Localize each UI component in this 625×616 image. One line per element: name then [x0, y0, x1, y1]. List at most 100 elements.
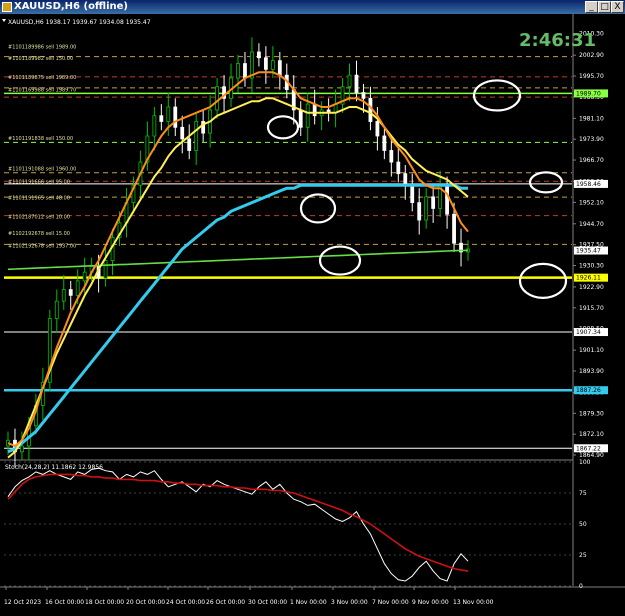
order-note-9: #1102192678 sell 15.00 [8, 231, 70, 237]
ma-slow-line [7, 183, 468, 454]
price-tick-label-19: 1872.10 [579, 431, 604, 438]
candle-body-50 [354, 74, 359, 93]
bar-countdown: 2:46:31 [519, 30, 596, 51]
price-label-0: 1989.70 [576, 90, 601, 97]
candle-body-43 [305, 103, 310, 128]
order-note-5: #1101191088 sell 1960.00 [8, 166, 76, 172]
price-tick-label-18: 1879.30 [579, 410, 604, 417]
candle-body-51 [361, 92, 366, 99]
candle-body-38 [270, 60, 275, 70]
time-axis: 12 Oct 2023 16 Oct 00:00 18 Oct 00:00 20 Oc… [4, 587, 494, 606]
candle-body-59 [417, 202, 422, 221]
order-note-2: #1101189875 sell 1989.00 [8, 75, 76, 81]
candle-body-42 [298, 109, 303, 128]
time-tick-label-1: 16 Oct 00:00 [45, 599, 84, 606]
time-tick-label-0: 12 Oct 2023 [4, 599, 41, 606]
order-level-notes: #1101189986 sell 1989.00 #1101189982 sell… [8, 44, 76, 249]
price-tick-label-8: 1952.10 [579, 199, 604, 206]
price-label-6: 1867.22 [576, 445, 601, 452]
ellipse-annotation-5[interactable] [518, 262, 568, 299]
candle-body-14 [103, 260, 108, 279]
horizontal-levels[interactable] [4, 92, 572, 449]
collapse-arrow-icon[interactable] [2, 19, 6, 22]
time-tick-label-6: 30 Oct 00:00 [248, 599, 287, 606]
order-note-0: #1101189986 sell 1989.00 [8, 44, 76, 50]
price-chart-svg[interactable]: #1101189986 sell 1989.00 #1101189982 sell… [0, 14, 625, 612]
price-tick-label-1: 2002.90 [579, 52, 604, 59]
candle-body-39 [277, 60, 282, 76]
candle-body-10 [75, 280, 80, 296]
candle-body-49 [347, 74, 352, 88]
order-note-10: #1102192678 sell 1937.00 [8, 244, 76, 250]
price-tick-label-9: 1944.70 [579, 221, 604, 228]
price-label-3: 1926.11 [576, 275, 601, 282]
price-tick-label-15: 1901.10 [579, 347, 604, 354]
candle-body-64 [452, 213, 456, 244]
stoch-label: Stoch(24,28,2) 11.1862 12.9856 [5, 464, 103, 471]
grid-lines [0, 14, 625, 588]
price-tick-label-4: 1981.10 [579, 115, 604, 122]
time-tick-label-11: 13 Nov 00:00 [453, 599, 494, 606]
price-label-4: 1907.34 [576, 329, 601, 336]
candle-body-33 [236, 63, 240, 79]
ellipse-annotation-3[interactable] [472, 79, 522, 112]
order-note-3: #1101169988 sell 1989.70 [8, 88, 76, 94]
candle-body-25 [180, 126, 185, 140]
price-tick-label-12: 1922.90 [579, 284, 604, 291]
price-tick-label-11: 1930.30 [579, 263, 604, 270]
candle-body-8 [61, 289, 66, 302]
candle-body-37 [263, 57, 268, 70]
time-tick-label-8: 3 Nov 00:00 [331, 599, 368, 606]
time-tick-label-9: 7 Nov 00:00 [372, 599, 409, 606]
candle-body-27 [194, 121, 199, 151]
chart-area[interactable]: #1101189986 sell 1989.00 #1101189982 sell… [0, 14, 625, 612]
close-button[interactable]: X [611, 1, 624, 13]
candle-body-2 [20, 445, 24, 453]
candle-body-58 [410, 184, 415, 204]
window-title: XAUUSD,H6 (offline) [14, 1, 128, 12]
candle-body-57 [403, 173, 408, 186]
candle-body-30 [215, 86, 219, 111]
time-tick-label-2: 18 Oct 00:00 [85, 599, 124, 606]
candle-body-36 [257, 51, 261, 59]
candle-body-63 [445, 184, 449, 215]
ellipse-annotation-0[interactable] [266, 115, 300, 140]
order-note-8: #1102187012 sell 10.00 [8, 215, 70, 221]
candle-body-21 [152, 115, 157, 137]
candle-body-61 [431, 196, 436, 209]
stoch-tick-label-4: 0 [579, 583, 583, 590]
price-tick-label-16: 1893.90 [579, 368, 604, 375]
price-tick-label-6: 1966.70 [579, 157, 604, 164]
price-label-5: 1887.26 [576, 387, 601, 394]
order-note-1: #1101189982 sell 150.00 [8, 56, 73, 62]
price-label-2: 1935.47 [576, 248, 601, 255]
candles [6, 37, 470, 467]
minimize-button[interactable]: _ [585, 1, 598, 13]
candle-body-7 [54, 300, 59, 319]
candle-body-11 [82, 271, 87, 282]
stoch-main-line [7, 467, 469, 582]
candle-body-55 [389, 150, 394, 163]
stoch-tick-label-0: 100 [579, 459, 591, 466]
candle-body-60 [424, 196, 429, 221]
price-tick-label-13: 1915.70 [579, 305, 604, 312]
time-tick-label-5: 26 Oct 00:00 [206, 599, 245, 606]
candle-body-23 [166, 106, 171, 122]
ellipse-annotation-1[interactable] [299, 193, 337, 224]
candle-body-44 [312, 103, 317, 117]
order-note-4: #1101191838 sell 150.00 [8, 136, 73, 142]
order-note-7: #1101191965 sell 48.00 [8, 196, 70, 202]
candle-body-26 [187, 138, 192, 151]
maximize-button[interactable]: □ [598, 1, 611, 13]
ellipse-annotation-2[interactable] [318, 245, 362, 276]
stoch-tick-label-3: 25 [579, 552, 587, 559]
window-titlebar[interactable]: XAUUSD,H6 (offline) _ □ X [0, 0, 625, 14]
time-tick-label-10: 9 Nov 00:00 [412, 599, 449, 606]
price-tick-label-2: 1995.70 [579, 73, 604, 80]
ellipse-annotation-4[interactable] [528, 171, 564, 194]
order-note-6: #1101191666 sell 95.00 [8, 179, 70, 185]
price-tick-label-20: 1864.90 [579, 452, 604, 459]
symbol-info: XAUUSD,H6 1938.17 1939.67 1934.08 1935.4… [8, 19, 151, 26]
candle-body-54 [382, 135, 387, 151]
time-tick-label-3: 20 Oct 00:00 [126, 599, 165, 606]
